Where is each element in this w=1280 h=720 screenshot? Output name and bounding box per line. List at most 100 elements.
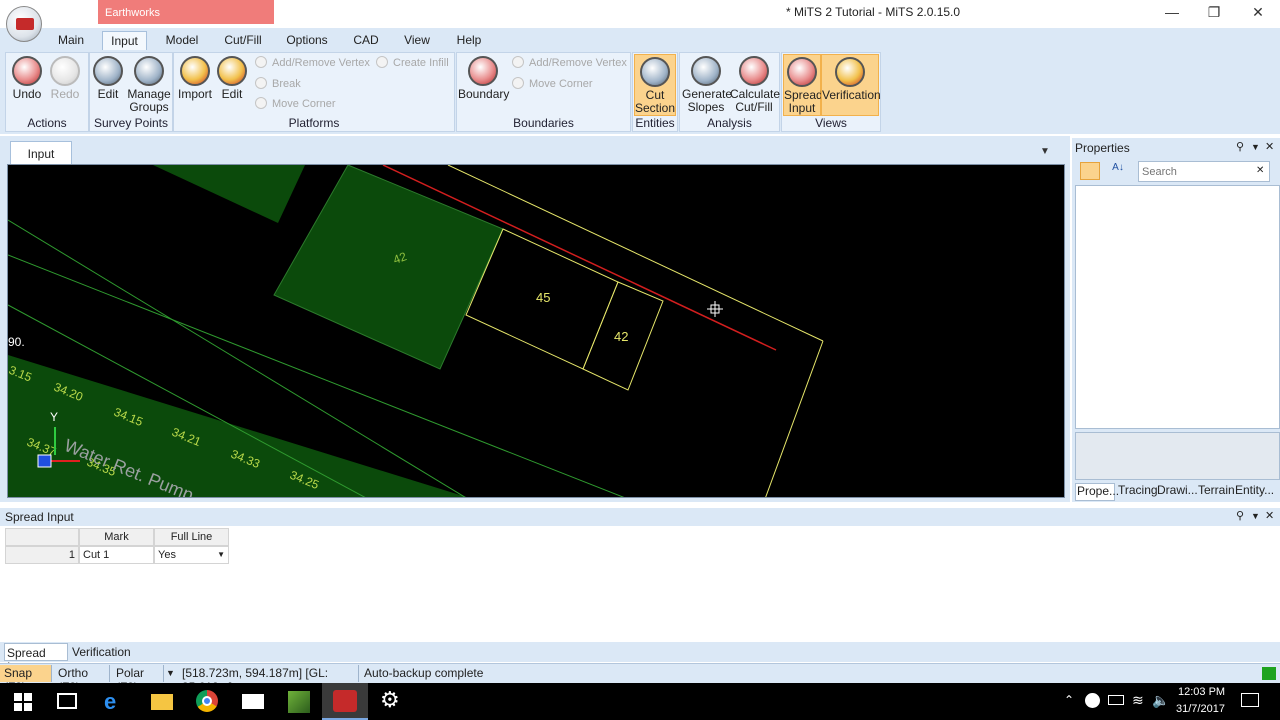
mits-taskbar-icon[interactable] [322,683,368,720]
snap-toggle[interactable]: Snap (F3) [0,665,52,694]
column-header-mark[interactable]: Mark [79,528,154,546]
minimize-button[interactable]: — [1157,4,1187,24]
clock-date[interactable]: 31/7/2017 [1176,703,1225,715]
search-clear-icon[interactable]: ✕ [1256,165,1264,176]
import-label: Import [177,87,212,101]
undo-icon [12,56,42,86]
clock-time[interactable]: 12:03 PM [1178,686,1225,698]
tab-options[interactable]: Options [282,31,332,50]
tab-spread-input[interactable]: Spread Input [4,643,68,674]
windows-start-icon[interactable] [14,693,32,711]
spread-input-header [0,508,1280,526]
add-remove-vertex-label: Add/Remove Vertex [272,57,370,69]
tray-chevron-icon[interactable]: ⌃ [1064,693,1074,707]
settings-gear-icon[interactable]: ⚙ [380,688,404,712]
properties-grid [1075,185,1280,429]
spread-input-label-1: Spread [784,88,823,102]
maximize-button[interactable]: ❐ [1199,4,1229,24]
mail-icon[interactable] [242,694,264,709]
tab-input[interactable]: Input [102,31,147,50]
lot-label-45: 45 [536,290,550,305]
civil3d-icon[interactable] [288,691,310,713]
task-view-icon[interactable] [57,693,77,709]
properties-search-input[interactable] [1138,161,1270,182]
boundary-move-corner-icon [512,77,524,89]
generate-slopes-button[interactable]: Generate Slopes [682,54,732,114]
import-button[interactable]: Import [176,54,214,101]
panel-close-icon[interactable]: ✕ [1265,140,1274,153]
ortho-toggle[interactable]: Ortho (F8) [54,665,110,694]
boundary-right-line [765,340,824,497]
volume-icon[interactable]: 🔈 [1152,692,1169,709]
spread-close-icon[interactable]: ✕ [1265,509,1274,522]
manage-groups-button[interactable]: Manage Groups [127,54,171,114]
notifications-icon[interactable] [1241,693,1259,707]
document-tab-input[interactable]: Input [10,141,72,164]
spread-input-button[interactable]: Spread Input [783,54,823,116]
sort-az-icon[interactable]: A↓ [1108,162,1128,180]
verification-button[interactable]: Verification [821,54,881,116]
add-remove-vertex-button[interactable]: Add/Remove Vertex [255,56,370,74]
crosshair-cursor-icon [707,301,723,317]
tab-properties[interactable]: Prope... [1075,483,1119,501]
boundary-icon [468,56,498,86]
verification-label: Verification [822,88,881,102]
wifi-icon[interactable]: ≋ [1132,692,1144,709]
redo-button[interactable]: Redo [46,54,84,101]
app-logo-icon[interactable] [6,6,42,42]
polar-chevron-icon[interactable]: ▼ [166,668,175,678]
dropdown-chevron-icon[interactable]: ▼ [217,550,225,559]
chrome-icon[interactable] [196,690,218,712]
create-infill-label: Create Infill [393,57,449,69]
panel-chevron-icon[interactable]: ▼ [1251,142,1260,152]
pin-icon[interactable]: ⚲ [1236,140,1244,153]
tab-drawing[interactable]: Drawi... [1157,483,1198,501]
move-corner-label: Move Corner [272,98,336,110]
polar-toggle[interactable]: Polar (F9) [112,665,164,694]
tab-tracing[interactable]: Tracing [1118,483,1158,501]
cut-section-label-2: Section [635,101,676,115]
boundary-move-corner-button[interactable]: Move Corner [512,77,593,95]
move-corner-button[interactable]: Move Corner [255,97,336,115]
spread-pin-icon[interactable]: ⚲ [1236,509,1244,522]
drawing-canvas[interactable]: 42 45 42 90. 3.15 34.20 34.15 34.21 34.3… [7,164,1065,498]
site-drawing[interactable]: 42 45 42 90. 3.15 34.20 34.15 34.21 34.3… [8,165,1065,498]
edit-platforms-label: Edit [221,87,243,101]
move-corner-icon [255,97,267,109]
edit-platforms-button[interactable]: Edit [214,54,250,101]
tab-main[interactable]: Main [52,31,90,50]
row-index: 1 [5,546,79,564]
create-infill-button[interactable]: Create Infill [376,56,449,74]
close-button[interactable]: ✕ [1243,4,1273,24]
spread-chevron-icon[interactable]: ▼ [1251,511,1260,521]
boundary-add-remove-vertex-button[interactable]: Add/Remove Vertex [512,56,627,74]
categorized-icon[interactable] [1080,162,1100,180]
tab-view[interactable]: View [398,31,436,50]
calculate-cut-fill-button[interactable]: Calculate Cut/Fill [730,54,780,114]
file-explorer-icon[interactable] [151,694,173,710]
tray-power-icon[interactable] [1108,695,1124,705]
undo-button[interactable]: Undo [8,54,46,101]
tray-app-icon[interactable] [1085,693,1100,708]
spread-tabs-bar [0,642,1280,662]
break-button[interactable]: Break [255,77,301,95]
cell-mark[interactable]: Cut 1 [79,546,154,564]
column-mark-label: Mark [104,531,129,543]
tab-verification[interactable]: Verification [72,645,131,659]
tab-help[interactable]: Help [450,31,488,50]
boundary-button[interactable]: Boundary [458,54,509,101]
group-label: Platforms [288,116,340,130]
manage-groups-label-1: Manage [127,87,171,101]
tab-entity[interactable]: Entity... [1235,483,1277,501]
manage-groups-label-2: Groups [129,100,169,114]
cut-section-button[interactable]: Cut Section [634,54,676,116]
tab-cut-fill[interactable]: Cut/Fill [218,31,268,50]
tab-model[interactable]: Model [160,31,204,50]
cell-full-line[interactable]: Yes ▼ [154,546,229,564]
tab-terrain[interactable]: Terrain [1198,483,1235,501]
edit-points-button[interactable]: Edit [90,54,126,101]
edge-browser-icon[interactable]: e [104,691,126,713]
column-header-full-line[interactable]: Full Line [154,528,229,546]
tab-cad[interactable]: CAD [348,31,384,50]
document-menu-chevron-icon[interactable]: ▼ [1040,146,1050,157]
